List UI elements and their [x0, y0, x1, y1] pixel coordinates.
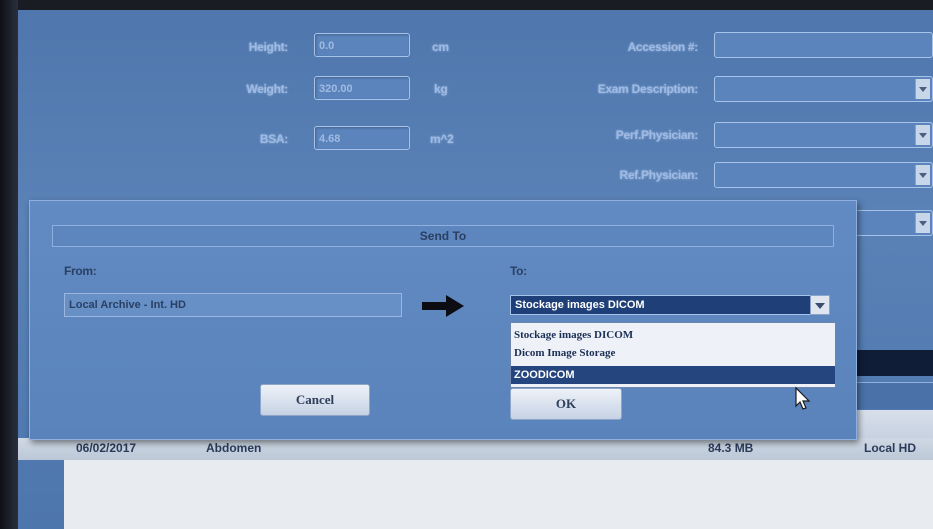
monitor-bezel: [0, 0, 18, 529]
to-select[interactable]: Stockage images DICOM: [510, 295, 830, 315]
table-row[interactable]: 06/02/2017 Abdomen 84.3 MB Local HD: [18, 438, 933, 460]
cancel-button[interactable]: Cancel: [260, 384, 370, 416]
row-location: Local HD: [864, 441, 917, 455]
ok-button[interactable]: OK: [510, 388, 622, 420]
list-header-strip: [852, 350, 933, 376]
extra-select[interactable]: [854, 210, 933, 236]
bsa-field[interactable]: 4.68: [314, 126, 410, 150]
to-selected-value: Stockage images DICOM: [515, 299, 645, 311]
weight-unit: kg: [434, 82, 448, 96]
perf-physician-select[interactable]: [714, 122, 933, 148]
bsa-unit: m^2: [430, 132, 454, 146]
height-label: Height:: [248, 40, 289, 54]
ref-physician-label: Ref.Physician:: [619, 168, 699, 182]
dropdown-option[interactable]: Dicom Image Storage: [511, 344, 835, 362]
row-date: 06/02/2017: [76, 441, 137, 455]
to-label: To:: [510, 264, 527, 278]
row-size: 84.3 MB: [708, 441, 754, 455]
height-unit: cm: [432, 40, 449, 54]
exam-description-select[interactable]: [714, 76, 933, 102]
weight-field[interactable]: 320.00: [314, 76, 410, 100]
send-to-dialog: Send To From: Local Archive - Int. HD To…: [29, 200, 857, 440]
row-exam: Abdomen: [206, 441, 262, 455]
chevron-down-icon[interactable]: [915, 165, 930, 185]
arrow-right-icon: [422, 295, 464, 317]
accession-field[interactable]: [714, 32, 933, 58]
bsa-label: BSA:: [259, 132, 288, 146]
from-label: From:: [64, 264, 97, 278]
chevron-down-icon[interactable]: [915, 79, 930, 99]
weight-label: Weight:: [246, 82, 288, 96]
to-dropdown-list: Stockage images DICOM Dicom Image Storag…: [510, 322, 836, 388]
accession-label: Accession #:: [627, 40, 699, 54]
height-field[interactable]: 0.0: [314, 33, 410, 57]
chevron-down-icon[interactable]: [915, 213, 930, 233]
ref-physician-select[interactable]: [714, 162, 933, 188]
from-field[interactable]: Local Archive - Int. HD: [64, 293, 402, 317]
dropdown-option-highlighted[interactable]: ZOODICOM: [511, 366, 835, 384]
exam-description-label: Exam Description:: [597, 82, 699, 96]
dialog-title: Send To: [52, 225, 834, 247]
chevron-down-icon[interactable]: [915, 125, 930, 145]
chevron-down-icon[interactable]: [810, 295, 830, 315]
mouse-pointer-icon: [795, 386, 811, 410]
list-sort-bar: [850, 382, 933, 409]
exam-list-area[interactable]: [64, 460, 933, 529]
dropdown-option[interactable]: Stockage images DICOM: [511, 326, 835, 344]
list-side-panel: [852, 410, 933, 438]
perf-physician-label: Perf.Physician:: [615, 128, 699, 142]
